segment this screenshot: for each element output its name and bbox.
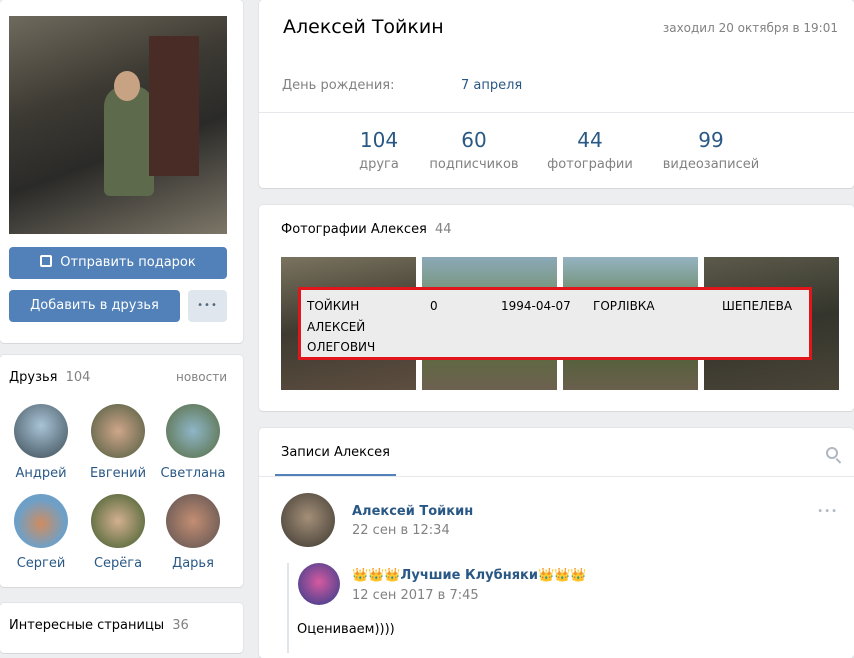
friend-avatar[interactable] xyxy=(91,404,145,458)
divider xyxy=(259,476,854,477)
friend-name[interactable]: Сергей xyxy=(6,556,76,571)
profile-info-card: Алексей Тойкин заходил 20 октября в 19:0… xyxy=(259,0,854,188)
overlay-date: 1994-04-07 xyxy=(501,299,571,313)
repost-author-name[interactable]: 👑👑👑Лучшие Клубняки👑👑👑 xyxy=(352,568,587,583)
overlay-patronymic: ОЛЕГОВИЧ xyxy=(307,340,376,354)
send-gift-button[interactable]: Отправить подарок xyxy=(9,247,227,279)
overlay-surname: ТОЙКИН xyxy=(307,299,360,313)
wall-card: Записи Алексея Алексей Тойкин 22 сен в 1… xyxy=(259,428,854,658)
photos-header[interactable]: Фотографии Алексея 44 xyxy=(281,222,452,237)
last-seen: заходил 20 октября в 19:01 xyxy=(662,21,838,35)
tab-wall-posts[interactable]: Записи Алексея xyxy=(275,428,396,476)
profile-photo[interactable] xyxy=(9,16,227,234)
friend-name[interactable]: Светлана xyxy=(158,466,228,481)
post-date[interactable]: 22 сен в 12:34 xyxy=(352,523,450,538)
overlay-zero: 0 xyxy=(430,299,438,313)
friend-name[interactable]: Серёга xyxy=(83,556,153,571)
gift-icon xyxy=(40,255,53,267)
birthday-value[interactable]: 7 апреля xyxy=(461,78,522,93)
friends-header[interactable]: Друзья 104 xyxy=(9,370,90,385)
friend-name[interactable]: Евгений xyxy=(83,466,153,481)
repost-line xyxy=(287,563,289,653)
interesting-pages-card: Интересные страницы 36 xyxy=(0,603,243,653)
post-author-avatar[interactable] xyxy=(281,493,335,547)
divider xyxy=(259,112,854,113)
birthday-label: День рождения: xyxy=(282,78,395,93)
wall-search-icon[interactable] xyxy=(826,447,842,464)
more-actions-button[interactable]: ••• xyxy=(188,290,227,322)
overlay-first-name: АЛЕКСЕЙ xyxy=(307,320,366,334)
friends-news-link[interactable]: новости xyxy=(176,370,227,384)
post-author-name[interactable]: Алексей Тойкин xyxy=(352,504,473,519)
friend-avatar[interactable] xyxy=(166,404,220,458)
friend-name[interactable]: Дарья xyxy=(158,556,228,571)
friend-name[interactable]: Андрей xyxy=(6,466,76,481)
add-friend-button[interactable]: Добавить в друзья xyxy=(9,290,180,322)
friend-avatar[interactable] xyxy=(166,494,220,548)
friend-avatar[interactable] xyxy=(91,494,145,548)
profile-photo-card: Отправить подарок Добавить в друзья ••• xyxy=(0,0,243,343)
highlighted-data-box: ТОЙКИН АЛЕКСЕЙ ОЛЕГОВИЧ 0 1994-04-07 ГОР… xyxy=(298,287,812,360)
friend-avatar[interactable] xyxy=(14,404,68,458)
friend-avatar[interactable] xyxy=(14,494,68,548)
post-menu-icon[interactable]: ••• xyxy=(817,506,838,517)
repost-date[interactable]: 12 сен 2017 в 7:45 xyxy=(352,588,479,603)
interesting-pages-header[interactable]: Интересные страницы 36 xyxy=(9,618,189,633)
overlay-street: ШЕПЕЛЕВА xyxy=(722,299,793,313)
photos-card: Фотографии Алексея 44 ТОЙКИН АЛЕКСЕЙ ОЛЕ… xyxy=(259,205,854,411)
friends-card: Друзья 104 новости Андрей Евгений Светла… xyxy=(0,355,243,587)
profile-name: Алексей Тойкин xyxy=(283,16,444,38)
post-text: Оцениваем)))) xyxy=(297,622,395,637)
overlay-city: ГОРЛІВКА xyxy=(593,299,655,313)
repost-avatar[interactable] xyxy=(298,563,340,605)
